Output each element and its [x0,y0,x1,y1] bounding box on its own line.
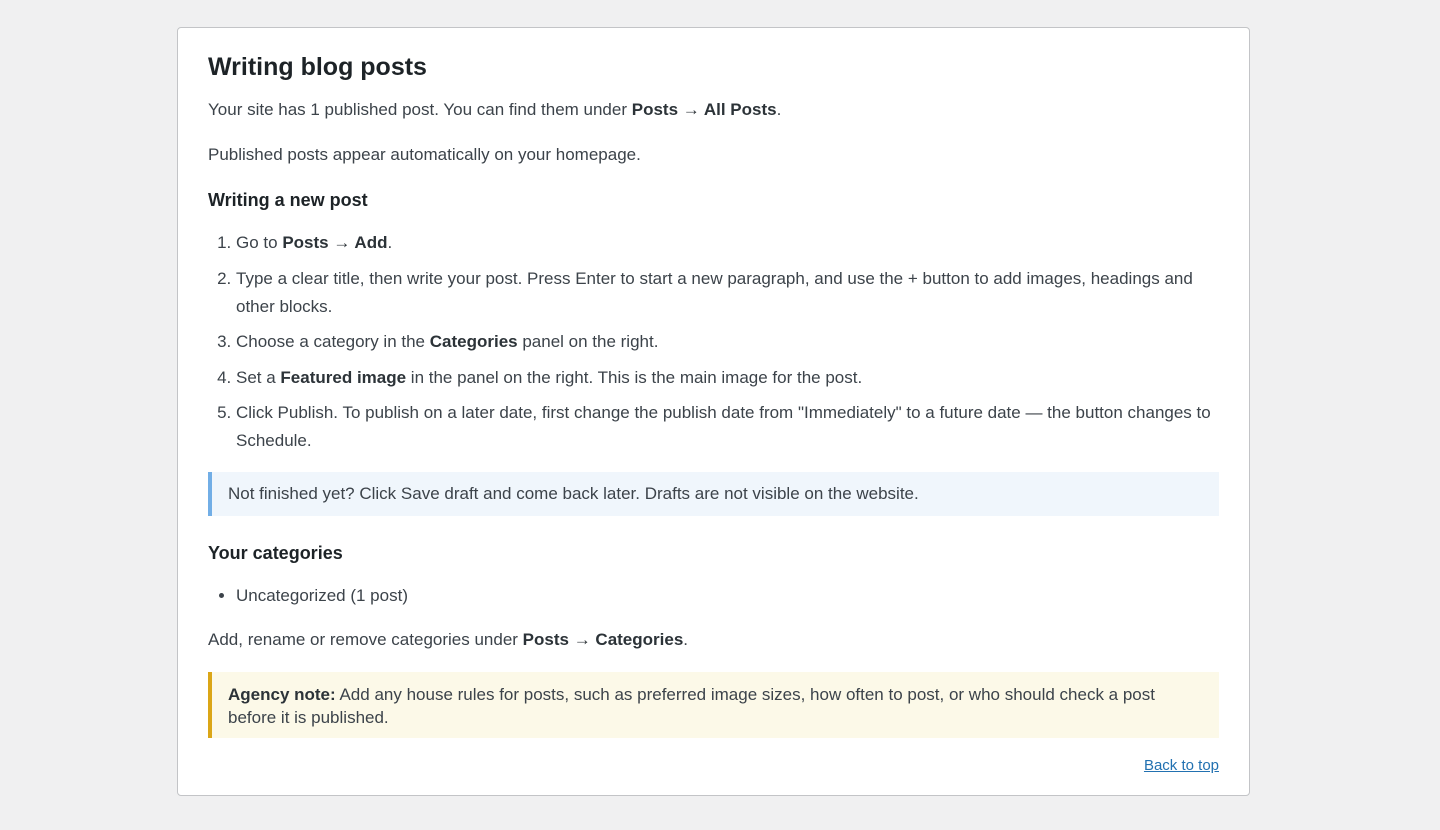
help-card: Writing blog posts Your site has 1 publi… [177,27,1250,796]
step-item: Set a Featured image in the panel on the… [236,364,1219,392]
step-item: Click Publish. To publish on a later dat… [236,399,1219,455]
posts-path: Posts → All Posts [631,100,777,119]
page-title: Writing blog posts [208,53,427,81]
step-item: Type a clear title, then write your post… [236,265,1219,321]
agency-note-label: Agency note: [228,685,336,704]
manage-categories-text: Add, rename or remove categories under P… [208,630,689,649]
homepage-note: Published posts appear automatically on … [208,145,641,164]
published-count-text: Your site has 1 published post. You can … [208,100,782,119]
back-to-top-row: Back to top [208,756,1219,776]
new-post-steps: Go to Posts → Add. Type a clear title, t… [208,229,1219,455]
step-item: Choose a category in the Categories pane… [236,328,1219,356]
step-item: Go to Posts → Add. [236,229,1219,257]
agency-note-notice: Agency note: Add any house rules for pos… [208,672,1219,738]
new-post-heading: Writing a new post [208,190,368,210]
categories-list: Uncategorized (1 post) [208,582,1219,610]
back-to-top-link[interactable]: Back to top [1144,757,1219,774]
categories-path: Posts → Categories [522,630,684,649]
categories-heading: Your categories [208,543,343,563]
draft-info-notice: Not finished yet? Click Save draft and c… [208,472,1219,516]
list-item: Uncategorized (1 post) [236,582,1219,610]
